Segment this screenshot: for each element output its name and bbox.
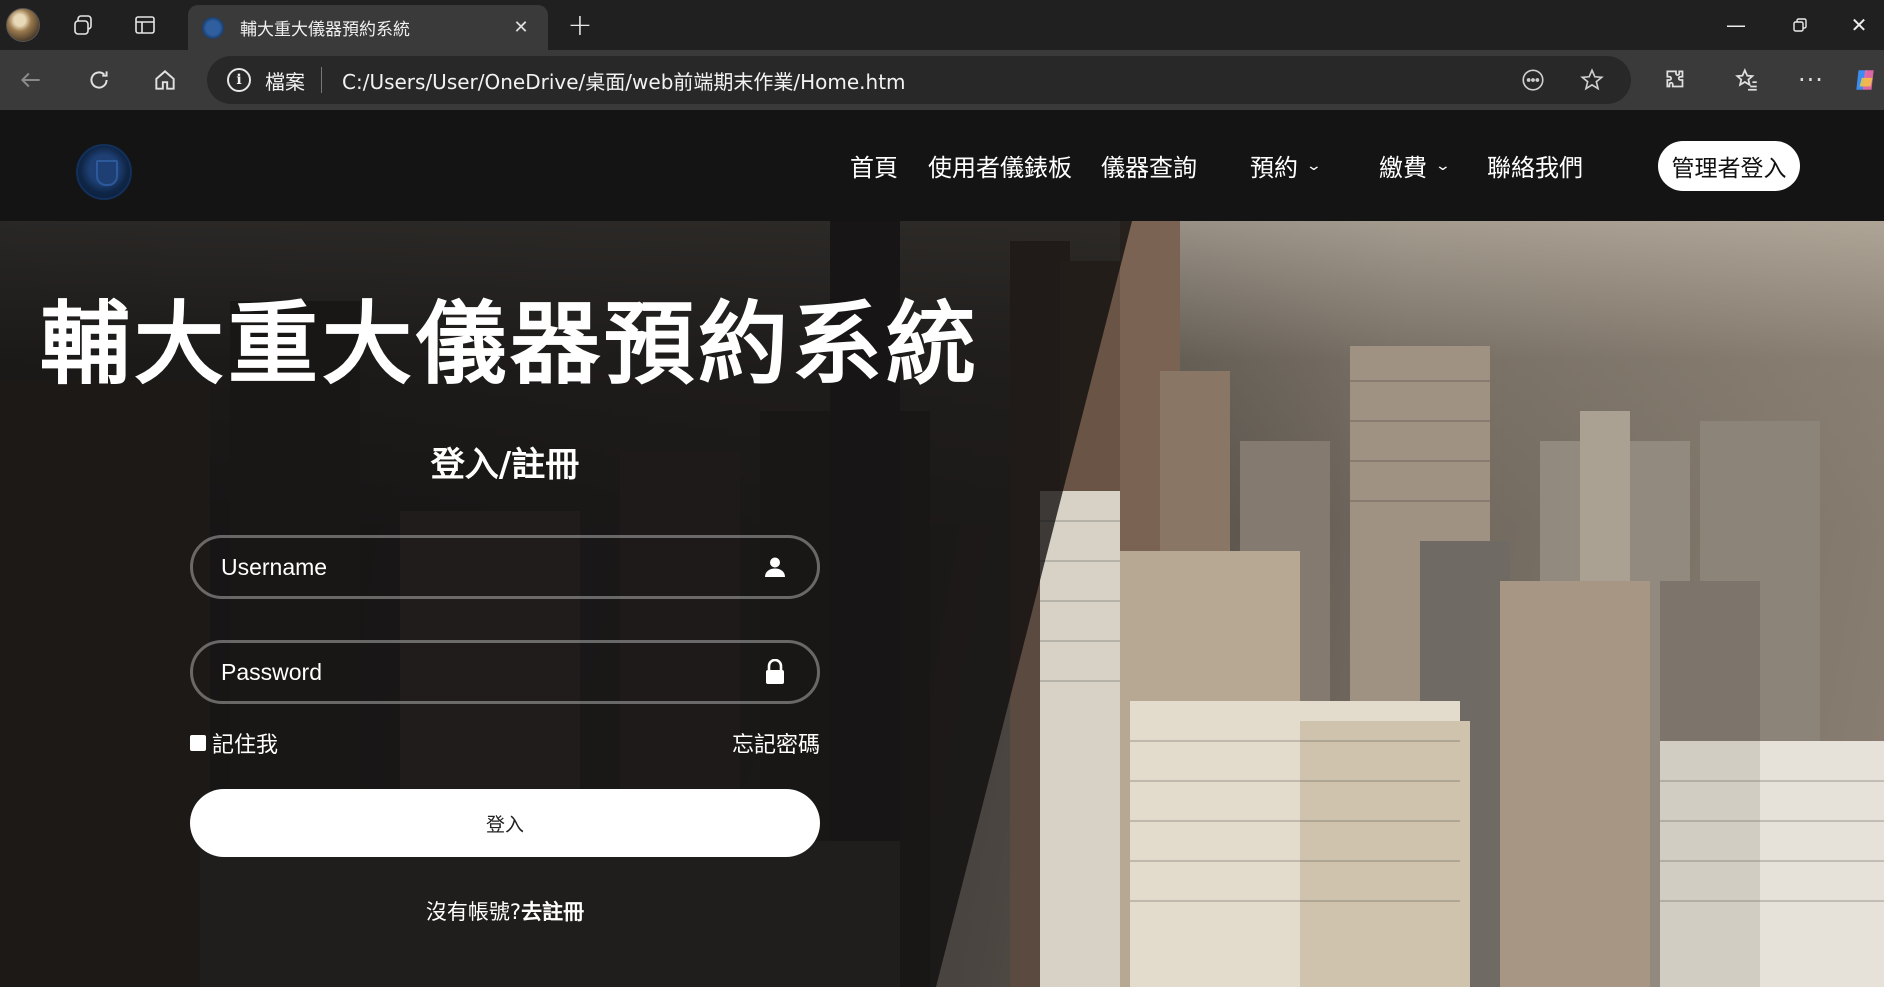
tab-title: 輔大重大儀器預約系統 (240, 20, 410, 40)
restore-icon[interactable] (1770, 0, 1830, 50)
tab-actions-icon[interactable] (120, 0, 170, 50)
remember-me[interactable]: 記住我 (190, 727, 278, 759)
lock-icon (761, 658, 789, 686)
new-tab-icon[interactable]: + (558, 0, 602, 50)
minimize-icon[interactable]: — (1706, 0, 1766, 50)
back-icon[interactable] (6, 50, 56, 110)
extensions-icon[interactable] (1651, 50, 1701, 110)
nav-payment-dropdown[interactable]: 繳費 ⌄ (1379, 148, 1452, 183)
university-logo[interactable] (76, 144, 132, 200)
password-input[interactable] (221, 658, 761, 686)
chevron-down-icon: ⌄ (1305, 157, 1323, 174)
address-scheme-label: 檔案 (265, 69, 305, 94)
user-icon (761, 553, 789, 581)
close-window-icon[interactable]: ✕ (1834, 0, 1884, 50)
refresh-icon[interactable] (74, 50, 124, 110)
workspaces-icon[interactable] (58, 0, 108, 50)
address-url[interactable]: C:/Users/User/OneDrive/桌面/web前端期末作業/Home… (342, 66, 1611, 95)
home-icon[interactable] (140, 50, 190, 110)
profile-avatar[interactable] (4, 0, 42, 50)
register-link[interactable]: 去註冊 (521, 900, 584, 924)
nav-contact-link[interactable]: 聯絡我們 (1487, 148, 1583, 183)
copilot-icon[interactable] (1846, 50, 1884, 110)
nav-dashboard-link[interactable]: 使用者儀錶板 (928, 148, 1072, 183)
hero-section: 輔大重大儀器預約系統 登入/註冊 記住我 忘記密碼 登入 沒有帳號?去註冊 (0, 221, 1884, 987)
browser-tab-strip: 輔大重大儀器預約系統 ✕ + — ✕ (0, 0, 1884, 50)
nav-booking-dropdown[interactable]: 預約 ⌄ (1250, 148, 1323, 183)
nav-booking-label: 預約 (1250, 154, 1298, 182)
password-field[interactable] (190, 640, 820, 704)
username-field[interactable] (190, 535, 820, 599)
username-input[interactable] (221, 553, 761, 581)
remember-checkbox[interactable] (190, 735, 206, 751)
admin-login-button[interactable]: 管理者登入 (1658, 141, 1800, 191)
web-page: 首頁 使用者儀錶板 儀器查詢 預約 ⌄ 繳費 ⌄ 聯絡我們 管理者登入 輔大重大… (0, 110, 1884, 987)
login-button[interactable]: 登入 (190, 789, 820, 857)
browser-tab-active[interactable]: 輔大重大儀器預約系統 ✕ (188, 5, 548, 50)
more-options-icon[interactable]: ··· (1786, 50, 1836, 110)
page-title: 輔大重大儀器預約系統 (40, 292, 980, 397)
register-prefix: 沒有帳號? (425, 900, 522, 924)
avatar (6, 8, 40, 42)
remember-label: 記住我 (212, 733, 279, 758)
register-prompt: 沒有帳號?去註冊 (190, 896, 820, 926)
chevron-down-icon: ⌄ (1434, 157, 1452, 174)
login-heading: 登入/註冊 (430, 445, 580, 485)
close-tab-icon[interactable]: ✕ (508, 15, 534, 41)
favorite-star-icon[interactable] (1570, 56, 1614, 104)
address-divider (321, 67, 322, 93)
nav-home-link[interactable]: 首頁 (850, 148, 898, 183)
forgot-password-link[interactable]: 忘記密碼 (700, 727, 820, 759)
favorites-icon[interactable] (1722, 50, 1772, 110)
site-info-icon[interactable]: i (227, 68, 251, 92)
site-header: 首頁 使用者儀錶板 儀器查詢 預約 ⌄ 繳費 ⌄ 聯絡我們 管理者登入 (0, 110, 1884, 221)
address-bar[interactable]: i 檔案 C:/Users/User/OneDrive/桌面/web前端期末作業… (207, 56, 1631, 104)
site-favicon-icon (202, 16, 224, 39)
reading-options-icon[interactable] (1511, 56, 1555, 104)
nav-instrument-query-link[interactable]: 儀器查詢 (1101, 148, 1197, 183)
nav-payment-label: 繳費 (1379, 154, 1427, 182)
